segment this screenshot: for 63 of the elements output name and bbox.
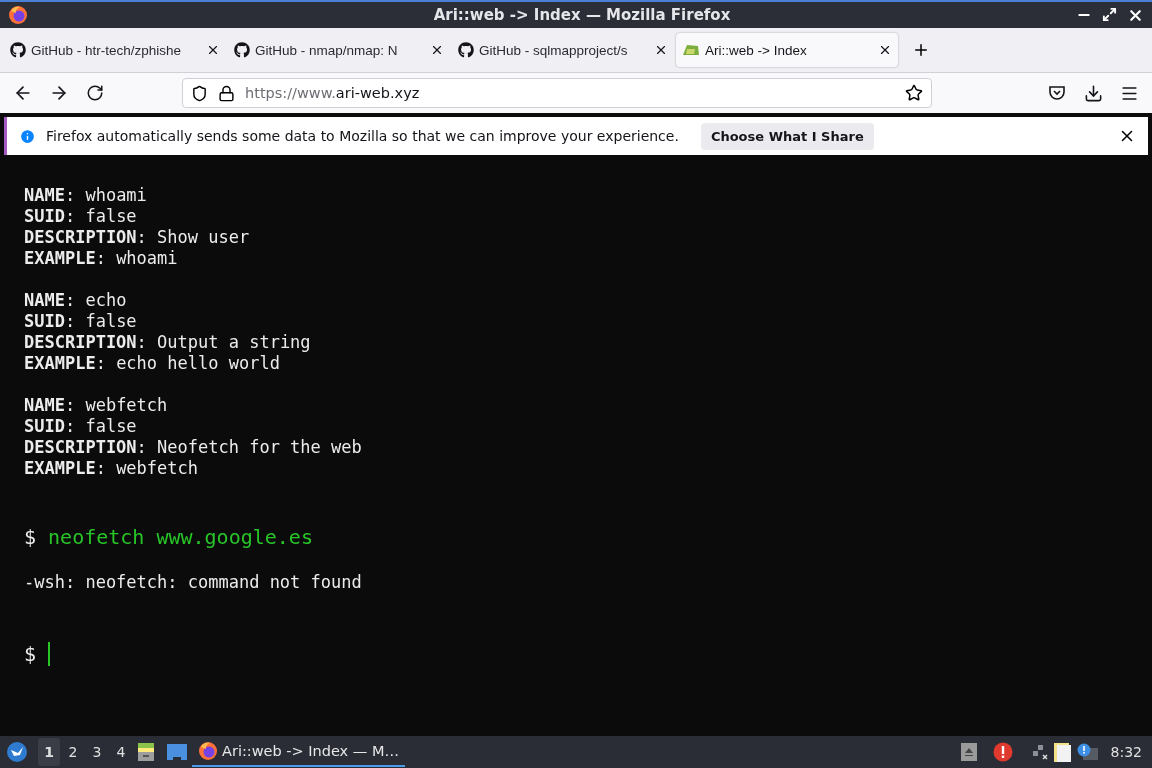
- github-icon: [234, 42, 250, 58]
- lock-icon: [218, 84, 235, 102]
- terminal-line: DESCRIPTION: Show user: [24, 227, 251, 248]
- terminal-line: NAME: echo: [24, 290, 128, 311]
- bookmark-star-icon[interactable]: [905, 84, 923, 102]
- network-icon[interactable]: [1030, 743, 1049, 761]
- terminal-line: SUID: false: [24, 311, 138, 332]
- start-menu-icon[interactable]: [6, 741, 28, 763]
- window-title: Ari::web -> Index — Mozilla Firefox: [432, 6, 732, 24]
- clipboard-icon[interactable]: [1052, 741, 1073, 763]
- close-tab-icon[interactable]: [430, 43, 444, 57]
- terminal-line: NAME: whoami: [24, 185, 148, 206]
- workspace-button[interactable]: 3: [86, 738, 108, 766]
- tab-label: GitHub - sqlmapproject/s: [479, 42, 629, 58]
- command-text: neofetch www.google.es: [48, 524, 313, 551]
- terminal-line: DESCRIPTION: Neofetch for the web: [24, 437, 363, 458]
- pocket-icon[interactable]: [1048, 84, 1066, 102]
- prompt: $: [24, 641, 37, 668]
- shield-icon: [191, 84, 208, 102]
- browser-tab[interactable]: Ari::web -> Index: [676, 33, 898, 67]
- tab-label: GitHub - htr-tech/zphishe: [31, 42, 183, 58]
- close-tab-icon[interactable]: [206, 43, 220, 57]
- file-cabinet-icon[interactable]: [136, 742, 156, 762]
- download-icon[interactable]: [1083, 83, 1103, 103]
- choose-what-i-share-button[interactable]: Choose What I Share: [700, 122, 874, 150]
- alert-icon[interactable]: [992, 742, 1013, 762]
- terminal-line: NAME: webfetch: [24, 395, 169, 416]
- firefox-logo-icon: [8, 5, 28, 25]
- taskbar-task[interactable]: Ari::web -> Index — M…: [192, 737, 405, 767]
- info-icon: [19, 127, 36, 145]
- task-label: Ari::web -> Index — M…: [222, 743, 399, 759]
- tab-label: Ari::web -> Index: [705, 42, 808, 58]
- eject-icon[interactable]: [960, 743, 977, 761]
- terminal-line: SUID: false: [24, 206, 138, 227]
- address-bar[interactable]: https://www.ari-web.xyz: [182, 78, 932, 108]
- terminal-line: EXAMPLE: echo hello world: [24, 353, 281, 374]
- github-icon: [458, 42, 474, 58]
- terminal-output: -wsh: neofetch: command not found: [24, 572, 363, 593]
- workspace-button[interactable]: 4: [110, 738, 132, 766]
- workspace-button[interactable]: 1: [38, 738, 60, 766]
- firefox-logo-icon: [198, 741, 218, 761]
- workspace-button[interactable]: 2: [62, 738, 84, 766]
- url-text: https://www.ari-web.xyz: [245, 85, 421, 101]
- terminal-line: EXAMPLE: webfetch: [24, 458, 199, 479]
- notification-icon[interactable]: [1076, 743, 1099, 761]
- prompt: $: [24, 524, 37, 551]
- close-tab-icon[interactable]: [878, 43, 892, 57]
- favicon-icon: [682, 43, 700, 57]
- github-icon: [10, 42, 26, 58]
- maximize-icon[interactable]: [1102, 6, 1117, 22]
- browser-tab[interactable]: GitHub - nmap/nmap: N: [228, 33, 450, 67]
- notification-text: Firefox automatically sends some data to Mozilla so that we can improve your experience.: [46, 128, 679, 144]
- tab-label: GitHub - nmap/nmap: N: [255, 42, 399, 58]
- close-tab-icon[interactable]: [654, 43, 668, 57]
- browser-tab[interactable]: GitHub - sqlmapproject/s: [452, 33, 674, 67]
- new-tab-icon[interactable]: [912, 41, 930, 59]
- terminal-line: EXAMPLE: whoami: [24, 248, 179, 269]
- window-icon[interactable]: [166, 743, 188, 761]
- browser-tab[interactable]: GitHub - htr-tech/zphishe: [4, 33, 226, 67]
- terminal-line: SUID: false: [24, 416, 138, 437]
- terminal-line: DESCRIPTION: Output a string: [24, 332, 312, 353]
- reload-icon[interactable]: [86, 84, 104, 102]
- clock: 8:32: [1110, 744, 1142, 760]
